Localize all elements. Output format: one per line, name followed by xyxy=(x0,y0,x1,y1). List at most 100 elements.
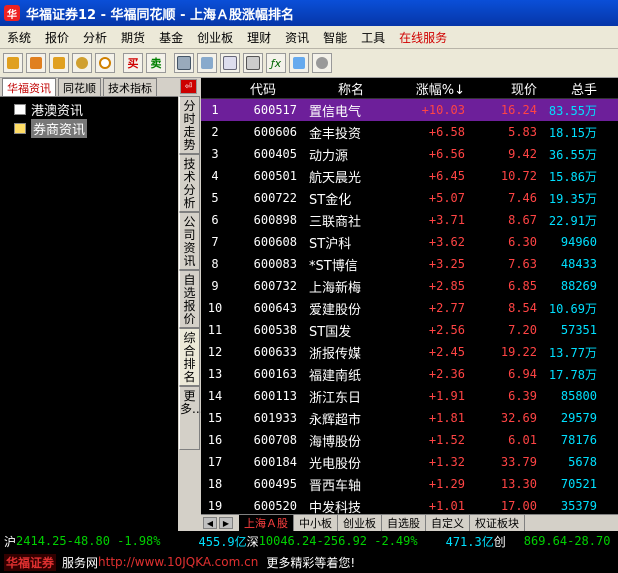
back-icon[interactable] xyxy=(3,53,23,73)
table-row[interactable]: 6 600898 三联商社 +3.71 8.67 22.91万 xyxy=(201,209,618,231)
clock-icon[interactable] xyxy=(95,53,115,73)
stock-code: 600608 xyxy=(253,235,297,249)
table-row[interactable]: 16 600708 海博股份 +1.52 6.01 78176 xyxy=(201,429,618,451)
stock-name: 海博股份 xyxy=(309,434,362,450)
tab-custom[interactable]: 自定义 xyxy=(426,515,470,531)
scroll-left-icon[interactable]: ◀ xyxy=(203,517,217,529)
total-volume: 35379 xyxy=(560,499,597,513)
side-tab-company-news[interactable]: 公司资讯 xyxy=(179,212,200,270)
news-tree: 港澳资讯 券商资讯 xyxy=(0,97,178,534)
tab-watchlist[interactable]: 自选股 xyxy=(382,515,426,531)
table-row[interactable]: 14 600113 浙江东日 +1.91 6.39 85800 xyxy=(201,385,618,407)
select-icon[interactable] xyxy=(289,53,309,73)
table-row[interactable]: 2 600606 金丰投资 +6.58 5.83 18.15万 xyxy=(201,121,618,143)
document-icon[interactable] xyxy=(220,53,240,73)
table-row[interactable]: 13 600163 福建南纸 +2.36 6.94 17.78万 xyxy=(201,363,618,385)
tab-tonghuashun[interactable]: 同花顺 xyxy=(58,78,101,96)
buy-button[interactable]: 买 xyxy=(123,53,143,73)
row-number: 13 xyxy=(207,367,223,381)
header-price[interactable]: 现价 xyxy=(465,79,537,98)
menu-system[interactable]: 系统 xyxy=(0,29,38,46)
window-icon[interactable] xyxy=(174,53,194,73)
menu-smart[interactable]: 智能 xyxy=(316,29,354,46)
current-price: 5.83 xyxy=(508,125,537,139)
header-change[interactable]: 涨幅%↓ xyxy=(393,79,465,98)
header-change-label: 涨幅% xyxy=(415,82,455,98)
refresh-icon[interactable] xyxy=(72,53,92,73)
menu-gem[interactable]: 创业板 xyxy=(190,29,240,46)
stock-code: 600520 xyxy=(253,499,297,513)
menu-news[interactable]: 资讯 xyxy=(278,29,316,46)
row-number: 1 xyxy=(211,103,219,117)
tree-item-hk-macau-news[interactable]: 港澳资讯 xyxy=(0,100,178,119)
stock-code: 600708 xyxy=(253,433,297,447)
menu-online-service[interactable]: 在线服务 xyxy=(392,29,454,46)
stock-code: 600722 xyxy=(253,191,297,205)
menu-futures[interactable]: 期货 xyxy=(114,29,152,46)
current-price: 7.20 xyxy=(508,323,537,337)
menu-analysis[interactable]: 分析 xyxy=(76,29,114,46)
side-tab-ranking[interactable]: 综合排名 xyxy=(179,328,200,386)
current-price: 7.63 xyxy=(508,257,537,271)
home-icon[interactable] xyxy=(26,53,46,73)
tab-warrants[interactable]: 权证板块 xyxy=(470,515,525,531)
tab-shanghai-a[interactable]: 上海Ａ股 xyxy=(239,515,294,531)
quote-table: 代码 称名 涨幅%↓ 现价 总手 1 600517 置信电气 +10.03 16.24 8… xyxy=(201,78,618,514)
tab-gem-board[interactable]: 创业板 xyxy=(338,515,382,531)
tab-sme-board[interactable]: 中小板 xyxy=(294,515,338,531)
change-percent: +1.32 xyxy=(428,455,465,469)
table-row[interactable]: 9 600732 上海新梅 +2.85 6.85 88269 xyxy=(201,275,618,297)
scroll-right-icon[interactable]: ▶ xyxy=(219,517,233,529)
table-row[interactable]: 4 600501 航天晨光 +6.45 10.72 15.86万 xyxy=(201,165,618,187)
row-number: 14 xyxy=(207,389,223,403)
brand-logo: 华福证券 xyxy=(4,553,57,571)
table-row[interactable]: 10 600643 爱建股份 +2.77 8.54 10.69万 xyxy=(201,297,618,319)
table-row[interactable]: 5 600722 ST金化 +5.07 7.46 19.35万 xyxy=(201,187,618,209)
table-row[interactable]: 18 600495 晋西车轴 +1.29 13.30 70521 xyxy=(201,473,618,495)
menu-quote[interactable]: 报价 xyxy=(38,29,76,46)
return-icon[interactable]: ⏎ xyxy=(180,79,197,94)
gem-label: 创 xyxy=(493,534,506,549)
table-row[interactable]: 3 600405 动力源 +6.56 9.42 36.55万 xyxy=(201,143,618,165)
table-row[interactable]: 1 600517 置信电气 +10.03 16.24 83.55万 xyxy=(201,99,618,121)
stock-name: 中发科技 xyxy=(309,500,362,515)
table-row[interactable]: 19 600520 中发科技 +1.01 17.00 35379 xyxy=(201,495,618,514)
stock-code: 601933 xyxy=(253,411,297,425)
tab-tech-indicators[interactable]: 技术指标 xyxy=(103,78,157,96)
change-percent: +2.36 xyxy=(428,367,465,381)
header-volume[interactable]: 总手 xyxy=(537,79,599,98)
formula-icon[interactable]: ƒx xyxy=(266,53,286,73)
header-code[interactable]: 代码 xyxy=(229,79,305,98)
table-row[interactable]: 7 600608 ST沪科 +3.62 6.30 94960 xyxy=(201,231,618,253)
menu-funds[interactable]: 基金 xyxy=(152,29,190,46)
table-row[interactable]: 11 600538 ST国发 +2.56 7.20 57351 xyxy=(201,319,618,341)
tree-item-broker-news[interactable]: 券商资讯 xyxy=(0,119,178,138)
table-row[interactable]: 15 601933 永辉超市 +1.81 32.69 29579 xyxy=(201,407,618,429)
change-percent: +3.62 xyxy=(428,235,465,249)
menu-tools[interactable]: 工具 xyxy=(354,29,392,46)
sell-button[interactable]: 卖 xyxy=(146,53,166,73)
tab-huafu-news[interactable]: 华福资讯 xyxy=(2,78,56,96)
settings-icon[interactable] xyxy=(312,53,332,73)
row-number: 18 xyxy=(207,477,223,491)
total-volume: 48433 xyxy=(560,257,597,271)
service-label: 服务网 xyxy=(62,555,99,570)
grid-icon[interactable] xyxy=(197,53,217,73)
table-row[interactable]: 12 600633 浙报传媒 +2.45 19.22 13.77万 xyxy=(201,341,618,363)
total-volume: 29579 xyxy=(560,411,597,425)
table-row[interactable]: 17 600184 光电股份 +1.32 33.79 5678 xyxy=(201,451,618,473)
side-tab-watchlist[interactable]: 自选报价 xyxy=(179,270,200,328)
side-tab-intraday[interactable]: 分时走势 xyxy=(179,96,200,154)
side-tab-more[interactable]: 更多... xyxy=(179,386,203,450)
side-tab-technical[interactable]: 技术分析 xyxy=(179,154,200,212)
edit-icon[interactable] xyxy=(243,53,263,73)
toolbar: 买 卖 ƒx xyxy=(0,49,618,78)
menu-finance[interactable]: 理财 xyxy=(240,29,278,46)
table-row[interactable]: 8 600083 *ST博信 +3.25 7.63 48433 xyxy=(201,253,618,275)
stock-name: 浙江东日 xyxy=(309,390,362,406)
tree-item-label: 券商资讯 xyxy=(31,119,88,138)
service-url-link[interactable]: http://www.10JQKA.com.cn xyxy=(98,555,258,569)
row-number: 19 xyxy=(207,499,223,513)
down-icon[interactable] xyxy=(49,53,69,73)
header-name[interactable]: 称名 xyxy=(305,79,393,98)
